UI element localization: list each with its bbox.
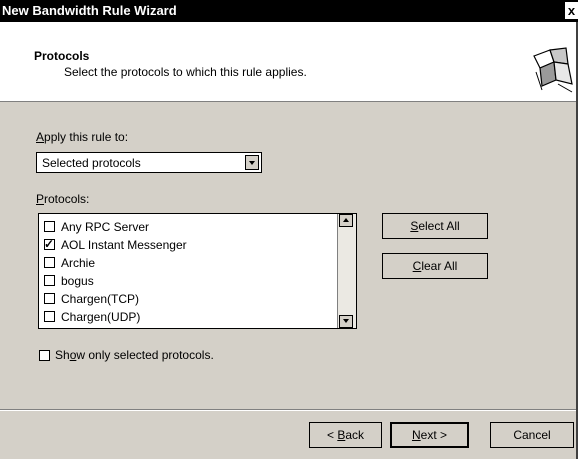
checkbox[interactable] xyxy=(44,311,55,322)
wizard-puzzle-icon xyxy=(533,47,573,93)
apply-rule-dropdown[interactable]: Selected protocols xyxy=(36,152,262,173)
list-item-label: Any RPC Server xyxy=(61,220,150,234)
list-item-label: Chargen(TCP) xyxy=(61,292,140,306)
list-item-label: AOL Instant Messenger xyxy=(61,238,187,252)
cancel-button[interactable]: Cancel xyxy=(490,422,574,448)
checkbox[interactable] xyxy=(44,221,55,232)
next-button[interactable]: Next > xyxy=(390,422,469,448)
scroll-up-icon[interactable] xyxy=(339,214,353,227)
back-button[interactable]: < Back xyxy=(309,422,382,448)
list-item-label: bogus xyxy=(61,274,94,288)
show-only-selected-label: Show only selected protocols. xyxy=(55,348,214,362)
title-bar: New Bandwidth Rule Wizard x xyxy=(0,0,578,22)
page-title: Protocols xyxy=(34,49,90,63)
checkbox[interactable] xyxy=(44,275,55,286)
apply-rule-value: Selected protocols xyxy=(42,156,141,170)
checkbox[interactable]: ✓ xyxy=(44,237,55,251)
chevron-down-icon[interactable] xyxy=(245,155,259,170)
checkbox[interactable] xyxy=(44,257,55,268)
protocols-list[interactable]: Any RPC Server ✓ AOL Instant Messenger Arch… xyxy=(38,213,357,329)
close-icon[interactable]: x xyxy=(565,2,578,19)
checkbox[interactable] xyxy=(39,350,50,361)
checkbox[interactable] xyxy=(44,293,55,304)
clear-all-button[interactable]: Clear All xyxy=(382,253,488,279)
wizard-header: Protocols Select the protocols to which … xyxy=(0,22,578,102)
window-title: New Bandwidth Rule Wizard xyxy=(2,3,177,18)
page-subtitle: Select the protocols to which this rule … xyxy=(64,65,307,79)
list-item-label: Archie xyxy=(61,256,96,270)
select-all-button[interactable]: Select All xyxy=(382,213,488,239)
protocols-scrollbar[interactable] xyxy=(337,214,356,328)
footer-separator xyxy=(0,409,578,411)
apply-rule-label: Apply this rule to: xyxy=(36,130,129,144)
show-only-selected-checkbox[interactable]: Show only selected protocols. xyxy=(39,348,239,364)
protocols-label: Protocols: xyxy=(36,192,90,206)
list-item-label: Chargen(UDP) xyxy=(61,310,141,324)
scroll-down-icon[interactable] xyxy=(339,315,353,328)
checkmark-icon: ✓ xyxy=(44,237,55,251)
